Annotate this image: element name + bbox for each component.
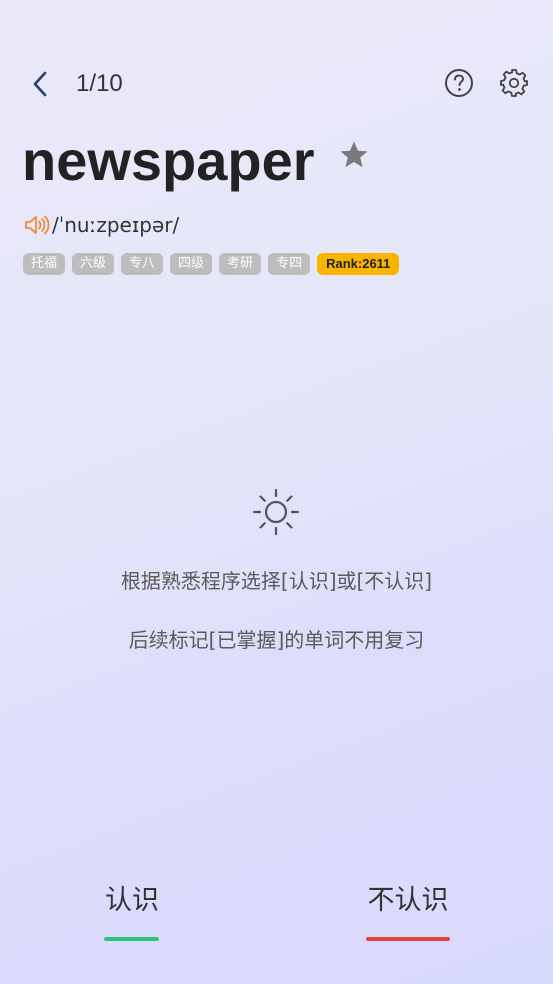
tag-cet4: 四级 [170,253,213,275]
unknown-button[interactable]: 不认识 [366,878,450,941]
back-chevron-icon[interactable] [26,68,54,100]
gear-icon[interactable] [499,68,529,98]
progress-counter: 1/10 [76,70,123,97]
unknown-underline [366,937,450,941]
star-icon[interactable] [338,139,370,171]
sun-icon [252,488,300,536]
phonetic-row: /ˈnuːzpeɪpər/ [24,211,179,239]
top-bar: 1/10 [0,60,553,110]
word-title: newspaper [22,129,315,192]
know-underline [104,937,159,941]
tag-tem4: 专四 [268,253,311,275]
tag-cet6: 六级 [72,253,115,275]
unknown-label: 不认识 [367,885,449,916]
hint-line-2: 后续标记[已掌握]的单词不用复习 [128,628,425,652]
phonetic-text: /ˈnuːzpeɪpər/ [52,213,180,237]
know-label: 认识 [105,885,159,916]
tag-tem8: 专八 [121,253,164,275]
rank-badge: Rank:2611 [317,253,400,275]
know-button[interactable]: 认识 [104,878,160,941]
tag-toefl: 托福 [23,253,66,275]
speaker-icon[interactable] [24,214,50,236]
exam-tags: 托福 六级 专八 四级 考研 专四 Rank:2611 [23,253,400,275]
hint-line-1: 根据熟悉程序选择[认识]或[不认识] [120,569,433,593]
help-icon[interactable] [444,68,474,98]
tag-postgrad: 考研 [219,253,262,275]
